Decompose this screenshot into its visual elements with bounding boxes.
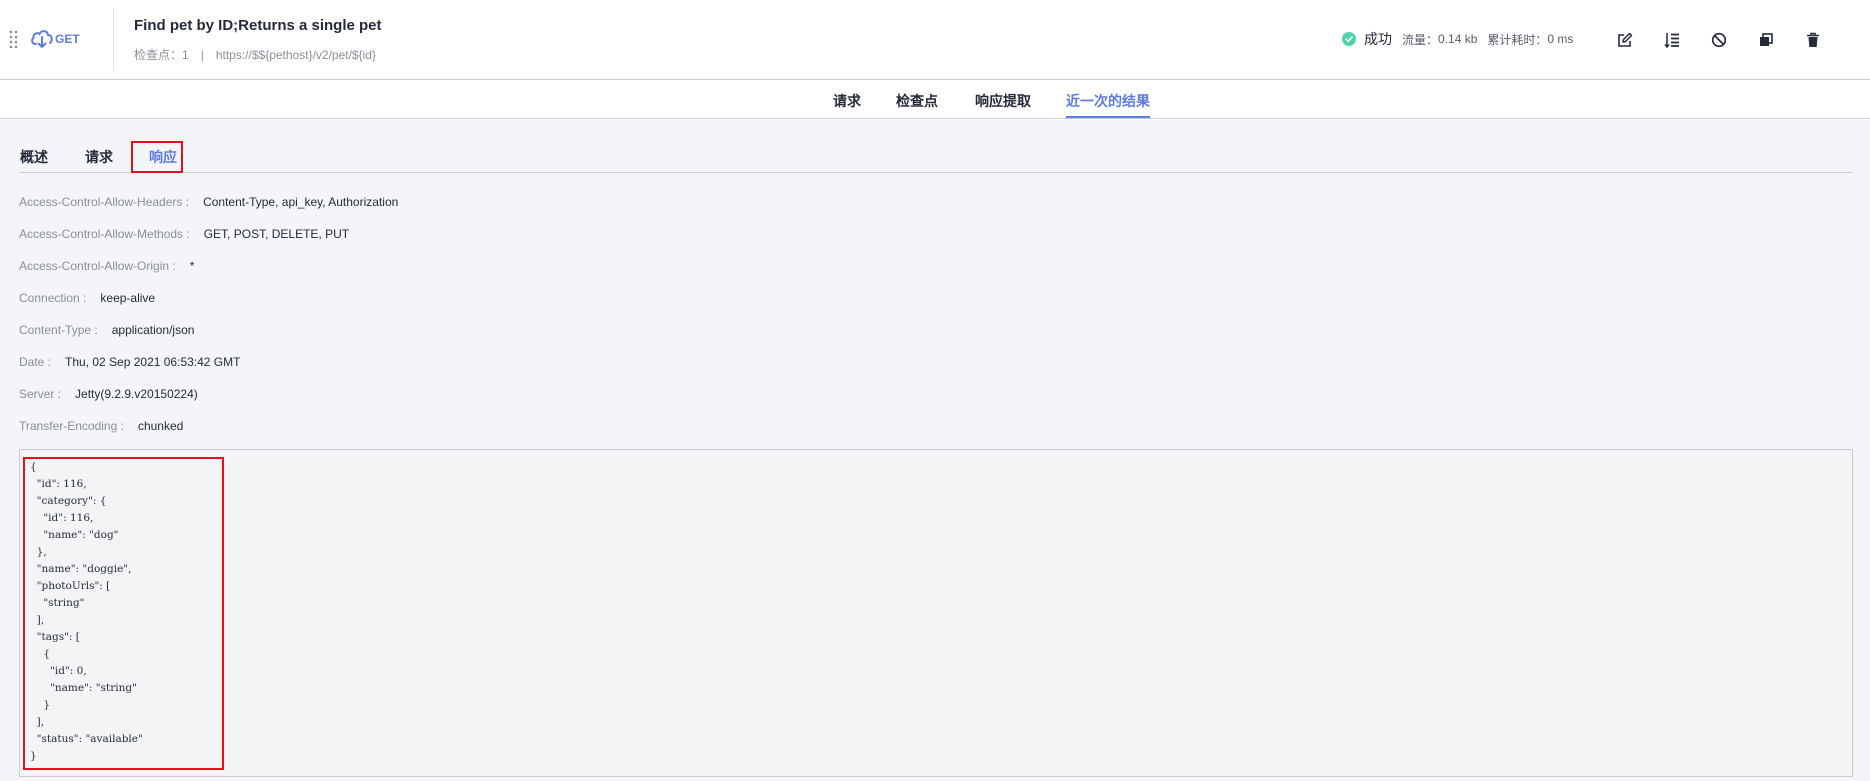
- response-headers: Access-Control-Allow-Headers : Content-T…: [19, 186, 398, 442]
- run-status: 成功 流量： 0.14 kb 累计耗时： 0 ms: [1342, 29, 1583, 49]
- header-key: Content-Type :: [19, 323, 98, 337]
- case-subtitle: 检查点： 1 | https://$${pethost}/v2/pet/${id…: [134, 46, 376, 63]
- subtitle-separator: |: [200, 47, 204, 62]
- disable-icon[interactable]: [1711, 30, 1758, 50]
- header-value: Content-Type, api_key, Authorization: [203, 195, 399, 209]
- case-toolbar: [1617, 30, 1852, 50]
- main-tabs: 请求 检查点 响应提取 近一次的结果: [0, 81, 1870, 119]
- header-row: Connection : keep-alive: [19, 282, 398, 314]
- header-value: keep-alive: [100, 291, 156, 305]
- traffic-value: 0.14 kb: [1438, 32, 1478, 46]
- subtab-request[interactable]: 请求: [85, 147, 113, 167]
- case-header: GET Find pet by ID;Returns a single pet …: [0, 0, 1870, 80]
- response-body-highlight: [23, 457, 224, 770]
- checkpoints-label: 检查点：: [134, 48, 183, 62]
- result-sub-tabs: 概述 请求 响应: [19, 147, 1853, 173]
- header-key: Access-Control-Allow-Methods :: [19, 227, 190, 241]
- request-url: https://$${pethost}/v2/pet/${id}: [215, 47, 376, 62]
- status-result: 成功: [1364, 31, 1392, 47]
- time-value: 0 ms: [1547, 32, 1574, 46]
- header-value: Jetty(9.2.9.v20150224): [75, 387, 198, 401]
- header-key: Access-Control-Allow-Origin :: [19, 259, 176, 273]
- header-value: application/json: [111, 323, 195, 337]
- header-divider: [113, 8, 114, 71]
- copy-icon[interactable]: [1758, 30, 1805, 50]
- header-key: Transfer-Encoding :: [19, 419, 124, 433]
- success-check-icon: [1342, 32, 1356, 46]
- tab-checkpoints[interactable]: 检查点: [896, 91, 938, 116]
- header-row: Access-Control-Allow-Headers : Content-T…: [19, 186, 398, 218]
- drag-handle-icon[interactable]: [9, 30, 19, 49]
- response-body-panel[interactable]: { "id": 116, "category": { "id": 116, "n…: [19, 449, 1853, 777]
- cloud-download-icon: [31, 30, 53, 48]
- header-row: Content-Type : application/json: [19, 314, 398, 346]
- method-badge: GET: [30, 24, 86, 54]
- header-value: Thu, 02 Sep 2021 06:53:42 GMT: [65, 355, 241, 369]
- header-key: Server :: [19, 387, 62, 401]
- header-row: Date : Thu, 02 Sep 2021 06:53:42 GMT: [19, 346, 398, 378]
- traffic-label: 流量：: [1402, 32, 1439, 47]
- header-value: GET, POST, DELETE, PUT: [203, 227, 350, 241]
- header-row: Access-Control-Allow-Origin : *: [19, 250, 398, 282]
- tab-latest-result[interactable]: 近一次的结果: [1066, 91, 1150, 118]
- header-value: *: [189, 259, 195, 273]
- checkpoints-count: 1: [182, 47, 189, 62]
- subtab-overview[interactable]: 概述: [20, 147, 48, 167]
- result-content: 概述 请求 响应 Access-Control-Allow-Headers : …: [0, 120, 1870, 781]
- header-value: chunked: [137, 419, 184, 433]
- delete-icon[interactable]: [1805, 30, 1852, 50]
- time-label: 累计耗时：: [1487, 32, 1548, 47]
- header-key: Access-Control-Allow-Headers :: [19, 195, 190, 209]
- tab-response-extract[interactable]: 响应提取: [975, 91, 1031, 116]
- response-tab-highlight: [131, 141, 183, 173]
- header-key: Date :: [19, 355, 52, 369]
- header-key: Connection :: [19, 291, 87, 305]
- list-order-icon[interactable]: [1664, 30, 1711, 50]
- header-row: Server : Jetty(9.2.9.v20150224): [19, 378, 398, 410]
- header-row: Access-Control-Allow-Methods : GET, POST…: [19, 218, 398, 250]
- tab-request[interactable]: 请求: [833, 91, 861, 116]
- header-row: Transfer-Encoding : chunked: [19, 410, 398, 442]
- case-title: Find pet by ID;Returns a single pet: [134, 17, 382, 34]
- edit-icon[interactable]: [1617, 30, 1664, 50]
- method-label: GET: [55, 32, 80, 46]
